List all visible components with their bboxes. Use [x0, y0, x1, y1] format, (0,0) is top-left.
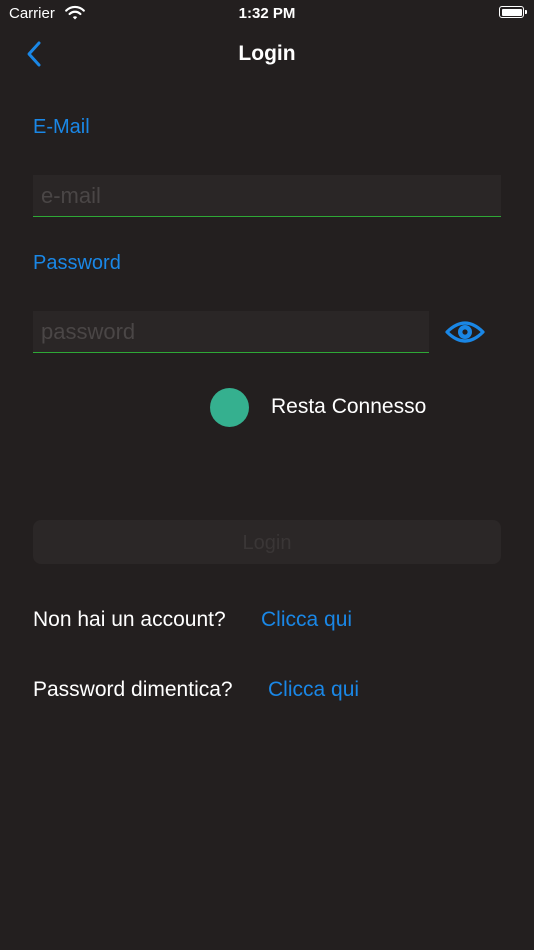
password-field[interactable] — [33, 311, 429, 353]
password-label: Password — [33, 252, 121, 274]
forgot-password-link[interactable]: Clicca qui — [268, 678, 359, 702]
register-link[interactable]: Clicca qui — [261, 608, 352, 632]
email-label: E-Mail — [33, 116, 90, 138]
register-prompt: Non hai un account? — [33, 608, 226, 631]
email-field[interactable] — [33, 175, 501, 217]
eye-icon[interactable] — [445, 316, 485, 348]
page-title: Login — [238, 42, 296, 65]
stay-connected-toggle[interactable] — [210, 388, 249, 427]
status-bar: Carrier 1:32 PM — [0, 0, 534, 28]
login-button[interactable]: Login — [33, 520, 501, 564]
status-time: 1:32 PM — [238, 5, 296, 22]
stay-connected-label: Resta Connesso — [271, 395, 427, 418]
forgot-password-prompt: Password dimentica? — [33, 678, 233, 701]
battery-icon — [499, 6, 527, 18]
